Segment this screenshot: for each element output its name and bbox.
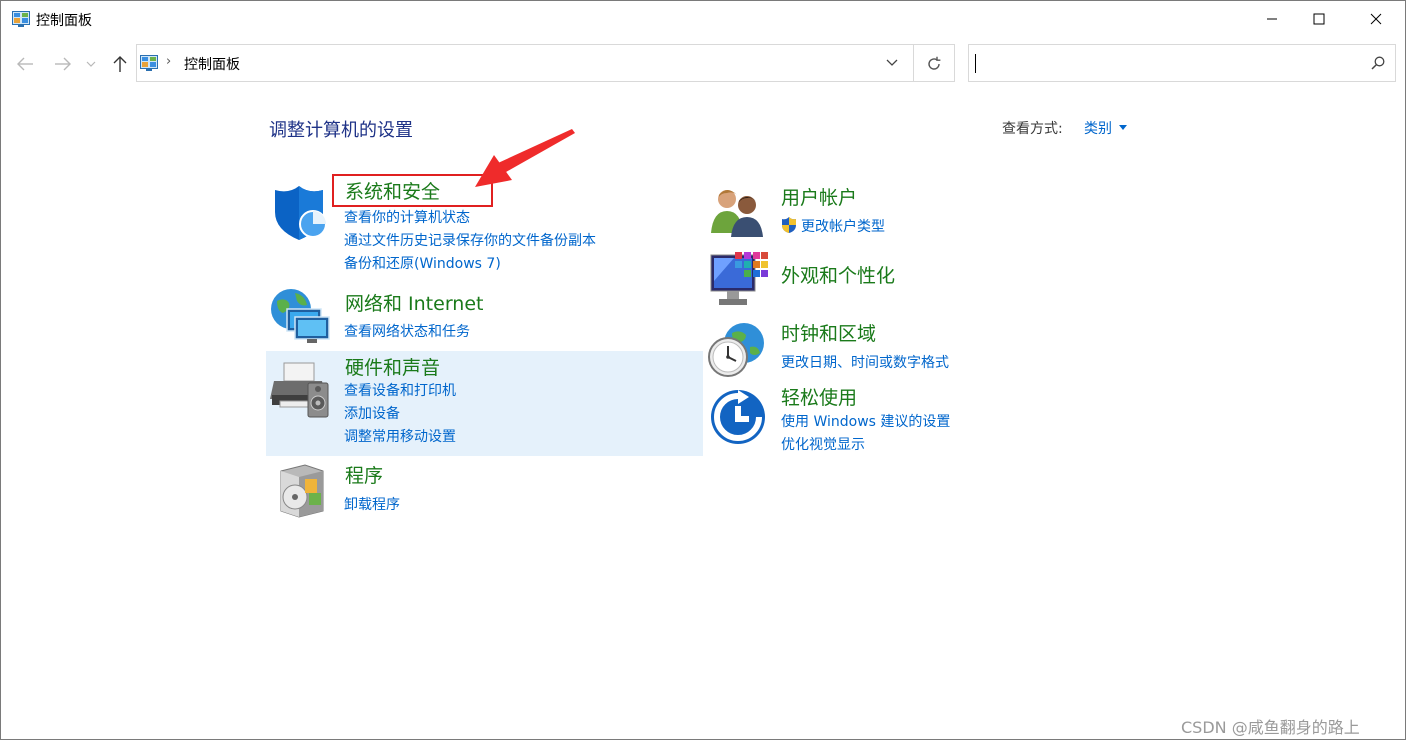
printer-speaker-icon[interactable] (270, 361, 330, 419)
forward-button[interactable] (52, 53, 74, 75)
search-input[interactable] (974, 50, 1358, 78)
chevron-down-icon (86, 61, 96, 67)
category-clock-region[interactable]: 时钟和区域 (781, 319, 876, 346)
control-panel-window: 控制面板 › 控制面板 调整计算机的设置 查看方式: 类别 系统和安全 查看你的… (0, 0, 1406, 740)
text-caret (975, 54, 976, 73)
refresh-button[interactable] (922, 53, 946, 75)
view-by-label: 查看方式: (1002, 121, 1063, 137)
link-optimize-visual-display[interactable]: 优化视觉显示 (781, 434, 865, 454)
back-button[interactable] (14, 53, 36, 75)
address-divider (913, 45, 914, 81)
link-add-device[interactable]: 添加设备 (344, 403, 400, 423)
link-mobility-settings[interactable]: 调整常用移动设置 (344, 426, 456, 446)
link-change-account-type[interactable]: 更改帐户类型 (801, 216, 885, 236)
link-devices-printers[interactable]: 查看设备和打印机 (344, 380, 456, 400)
annotation-arrow-icon (475, 129, 575, 187)
clock-globe-icon[interactable] (706, 321, 768, 379)
arrow-right-icon (55, 57, 71, 71)
recent-locations-button[interactable] (84, 53, 98, 75)
watermark: CSDN @咸鱼翻身的路上 (1181, 718, 1360, 737)
link-uninstall-program[interactable]: 卸载程序 (344, 494, 400, 514)
address-dropdown-button[interactable] (880, 53, 904, 73)
programs-icon[interactable] (275, 463, 329, 519)
appearance-personalization-icon[interactable] (709, 251, 769, 309)
link-file-history-backup[interactable]: 通过文件历史记录保存你的文件备份副本 (344, 230, 596, 250)
network-globe-icon[interactable] (269, 287, 331, 345)
view-by-dropdown[interactable]: 类别 (1084, 118, 1112, 138)
search-button[interactable] (1369, 54, 1387, 72)
category-programs[interactable]: 程序 (345, 461, 383, 488)
control-panel-icon (12, 11, 30, 27)
category-user-accounts[interactable]: 用户帐户 (781, 183, 857, 210)
refresh-icon (928, 56, 941, 70)
link-view-computer-status[interactable]: 查看你的计算机状态 (344, 207, 470, 227)
uac-shield-icon (782, 217, 796, 233)
link-network-status-tasks[interactable]: 查看网络状态和任务 (344, 321, 470, 341)
ease-of-access-icon[interactable] (709, 388, 767, 446)
annotation-highlight-box (332, 174, 493, 207)
maximize-button[interactable] (1296, 1, 1342, 37)
arrow-up-icon (113, 56, 127, 72)
page-title: 调整计算机的设置 (269, 120, 413, 141)
category-network-internet[interactable]: 网络和 Internet (345, 289, 483, 316)
window-title: 控制面板 (36, 13, 92, 29)
control-panel-icon (140, 55, 158, 71)
minimize-icon (1267, 18, 1277, 20)
user-accounts-icon[interactable] (709, 185, 769, 237)
breadcrumb-control-panel[interactable]: 控制面板 (184, 54, 240, 74)
link-windows-suggested-settings[interactable]: 使用 Windows 建议的设置 (781, 411, 950, 431)
chevron-down-icon (886, 59, 898, 66)
arrow-left-icon (17, 57, 33, 71)
caret-down-icon[interactable] (1119, 125, 1127, 130)
hardware-hover-highlight (266, 351, 703, 456)
maximize-icon (1313, 13, 1325, 25)
link-change-date-time-format[interactable]: 更改日期、时间或数字格式 (781, 352, 949, 372)
close-button[interactable] (1353, 1, 1399, 37)
category-ease-of-access[interactable]: 轻松使用 (781, 383, 857, 410)
title-bar: 控制面板 (1, 1, 1405, 39)
close-icon (1370, 13, 1382, 25)
shield-icon[interactable] (271, 184, 329, 242)
minimize-button[interactable] (1249, 1, 1295, 37)
breadcrumb-separator[interactable]: › (166, 54, 171, 69)
address-bar[interactable]: › 控制面板 (136, 44, 955, 82)
up-button[interactable] (109, 53, 131, 75)
category-hardware-sound[interactable]: 硬件和声音 (345, 353, 440, 380)
search-icon (1371, 56, 1385, 70)
link-backup-restore-win7[interactable]: 备份和还原(Windows 7) (344, 253, 501, 273)
category-appearance[interactable]: 外观和个性化 (781, 261, 895, 288)
search-box[interactable] (968, 44, 1396, 82)
